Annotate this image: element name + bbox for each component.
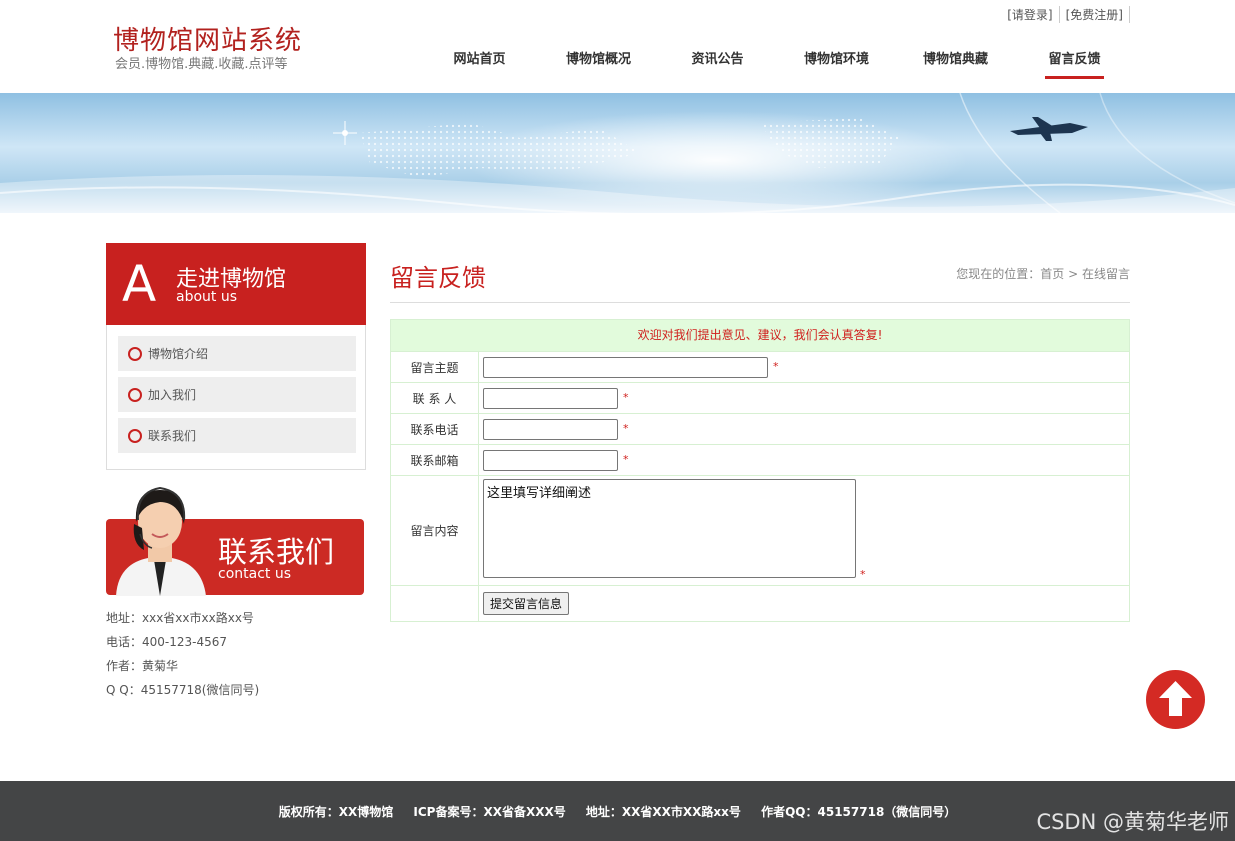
sidebar-item-label: 联系我们: [148, 429, 197, 443]
circle-bullet-icon: [128, 428, 142, 443]
form-row-email: 联系邮箱 *: [391, 444, 1129, 475]
sidebar-item-contact[interactable]: 联系我们: [118, 418, 356, 453]
required-mark: *: [623, 391, 629, 404]
contact-subtitle: contact us: [218, 566, 292, 582]
back-to-top-button[interactable]: [1146, 670, 1205, 729]
required-mark: *: [623, 453, 629, 466]
submit-button[interactable]: 提交留言信息: [483, 592, 570, 615]
subject-input[interactable]: [483, 357, 768, 378]
form-row-submit: 提交留言信息: [391, 585, 1129, 622]
register-link[interactable]: [免费注册]: [1060, 6, 1130, 23]
contact-input[interactable]: [483, 388, 618, 409]
form-row-contact: 联 系 人 *: [391, 382, 1129, 413]
phone-input[interactable]: [483, 419, 618, 440]
footer-copyright: 版权所有：XX博物馆: [278, 805, 394, 819]
csdn-watermark: CSDN @黄菊华老师: [1036, 810, 1229, 834]
info-author: 作者：黄菊华: [106, 659, 179, 673]
content-textarea[interactable]: 这里填写详细阐述: [483, 479, 856, 578]
email-input[interactable]: [483, 450, 618, 471]
nav-environment[interactable]: 博物馆环境: [777, 50, 896, 80]
nav-news-label: 资讯公告: [691, 52, 744, 67]
circle-bullet-icon: [128, 387, 142, 402]
contact-label: 联 系 人: [391, 383, 479, 413]
breadcrumb: 您现在的位置：首页 > 在线留言: [956, 265, 1130, 282]
nav-feedback-label: 留言反馈: [1045, 50, 1104, 79]
about-letter: A: [122, 255, 157, 313]
breadcrumb-separator: >: [1068, 267, 1079, 281]
page: 博物馆网站系统 会员.博物馆.典藏.收藏.点评等 [请登录] [免费注册] 网站…: [0, 0, 1235, 841]
welcome-message: 欢迎对我们提出意见、建议，我们会认真答复!: [391, 320, 1129, 351]
subject-label: 留言主题: [391, 352, 479, 382]
about-menu: 博物馆介绍 加入我们 联系我们: [106, 325, 366, 470]
breadcrumb-home[interactable]: 首页: [1040, 267, 1064, 281]
submit-label-cell: [391, 586, 479, 622]
arrow-up-icon: [1159, 681, 1192, 716]
form-row-subject: 留言主题 *: [391, 351, 1129, 382]
nav-overview[interactable]: 博物馆概况: [539, 50, 658, 80]
main-nav: 网站首页 博物馆概况 资讯公告 博物馆环境 博物馆典藏 留言反馈: [420, 50, 1134, 80]
nav-feedback[interactable]: 留言反馈: [1015, 50, 1134, 80]
info-phone: 电话：400-123-4567: [106, 635, 228, 649]
breadcrumb-prefix: 您现在的位置：: [956, 267, 1041, 281]
title-divider: [390, 302, 1130, 303]
nav-collection[interactable]: 博物馆典藏: [896, 50, 1015, 80]
sidebar-item-intro[interactable]: 博物馆介绍: [118, 336, 356, 371]
nav-home-label: 网站首页: [453, 52, 506, 67]
circle-bullet-icon: [128, 346, 142, 361]
form-row-phone: 联系电话 *: [391, 413, 1129, 444]
banner-image: [0, 93, 1235, 213]
required-mark: *: [623, 422, 629, 435]
login-link[interactable]: [请登录]: [1001, 6, 1060, 23]
footer-icp: ICP备案号：XX省备XXX号: [413, 805, 566, 819]
content-label: 留言内容: [391, 476, 479, 585]
breadcrumb-current[interactable]: 在线留言: [1082, 267, 1130, 281]
banner-graphic: [0, 93, 1235, 213]
required-mark: *: [860, 568, 866, 581]
site-header: 博物馆网站系统 会员.博物馆.典藏.收藏.点评等 [请登录] [免费注册] 网站…: [0, 0, 1235, 93]
info-qq: Q Q：45157718(微信同号): [106, 683, 260, 697]
about-subtitle: about us: [176, 289, 238, 305]
nav-environment-label: 博物馆环境: [803, 52, 869, 67]
nav-overview-label: 博物馆概况: [565, 52, 631, 67]
about-panel-header: A 走进博物馆 about us: [106, 243, 366, 325]
nav-news[interactable]: 资讯公告: [658, 50, 777, 80]
top-links: [请登录] [免费注册]: [1001, 6, 1130, 23]
site-title[interactable]: 博物馆网站系统: [113, 20, 302, 57]
footer-author-qq: 作者QQ：45157718（微信同号）: [761, 805, 957, 819]
sidebar-item-label: 加入我们: [148, 388, 197, 402]
info-address: 地址：xxx省xx市xx路xx号: [106, 611, 254, 625]
contact-title: 联系我们: [218, 535, 335, 569]
footer-address: 地址：XX省XX市XX路xx号: [585, 805, 741, 819]
site-subtitle: 会员.博物馆.典藏.收藏.点评等: [115, 57, 288, 72]
required-mark: *: [773, 360, 779, 373]
sidebar-item-label: 博物馆介绍: [148, 347, 209, 361]
email-label: 联系邮箱: [391, 445, 479, 475]
page-title: 留言反馈: [390, 264, 486, 292]
nav-collection-label: 博物馆典藏: [922, 52, 988, 67]
customer-service-avatar: [116, 486, 206, 596]
feedback-form: 欢迎对我们提出意见、建议，我们会认真答复! 留言主题 * 联 系 人 * 联系电…: [390, 319, 1130, 622]
form-row-content: 留言内容 这里填写详细阐述 *: [391, 475, 1129, 585]
phone-label: 联系电话: [391, 414, 479, 444]
sidebar-item-join[interactable]: 加入我们: [118, 377, 356, 412]
nav-home[interactable]: 网站首页: [420, 50, 539, 80]
